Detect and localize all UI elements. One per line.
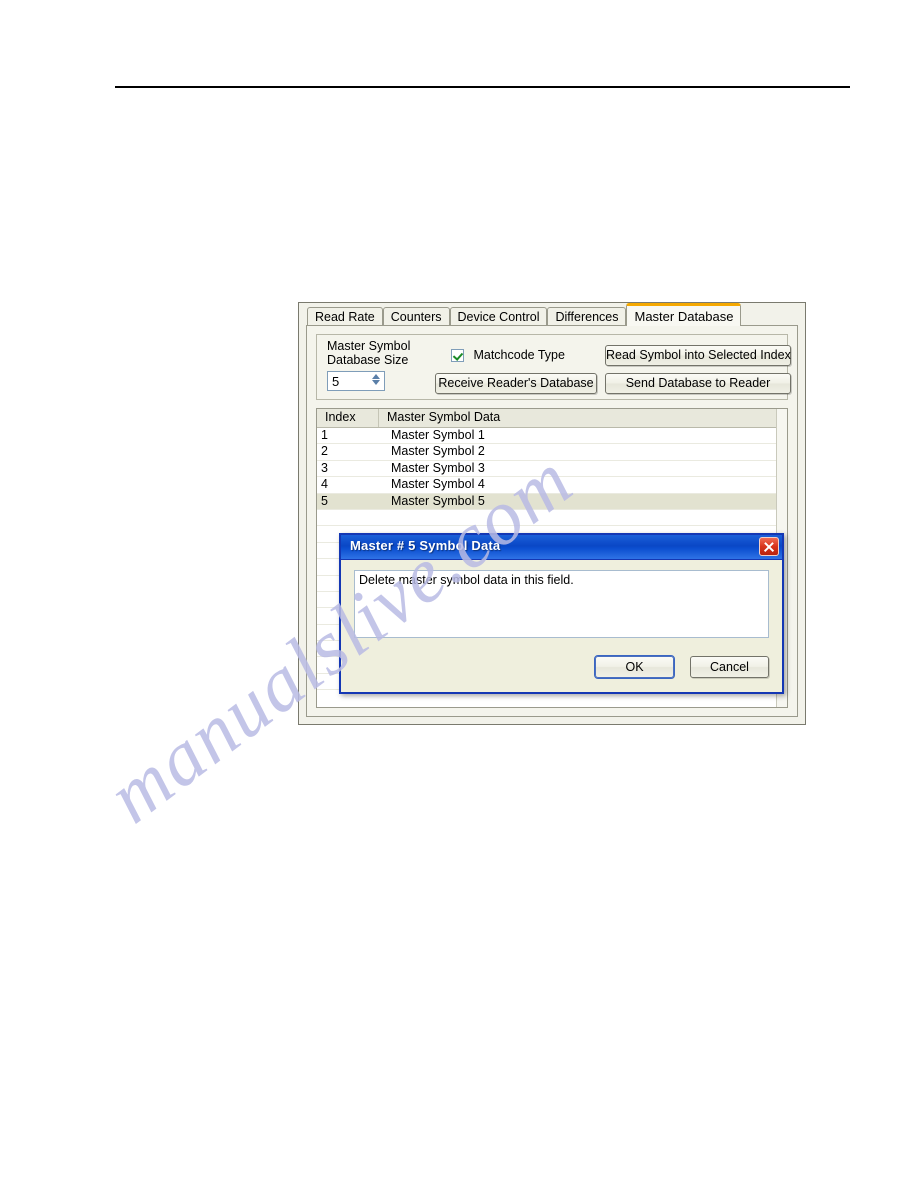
- database-size-stepper[interactable]: 5: [327, 371, 385, 391]
- table-row[interactable]: 1 Master Symbol 1: [317, 428, 776, 445]
- stepper-arrows[interactable]: [369, 373, 382, 389]
- tab-counters[interactable]: Counters: [382, 307, 450, 326]
- grid-column-header-master-symbol-data[interactable]: Master Symbol Data: [379, 409, 776, 427]
- cell-master-symbol-data: Master Symbol 3: [391, 460, 485, 475]
- table-row[interactable]: 4 Master Symbol 4: [317, 477, 776, 494]
- database-size-label-line2: Database Size: [327, 353, 409, 367]
- read-symbol-into-selected-index-button[interactable]: Read Symbol into Selected Index: [605, 345, 791, 366]
- tab-read-rate[interactable]: Read Rate: [307, 307, 383, 326]
- tab-differences[interactable]: Differences: [547, 307, 627, 326]
- send-database-to-reader-button[interactable]: Send Database to Reader: [605, 373, 791, 394]
- chevron-down-icon[interactable]: [371, 380, 380, 385]
- dialog-titlebar: Master # 5 Symbol Data: [341, 535, 782, 560]
- tab-device-control[interactable]: Device Control: [449, 307, 548, 326]
- matchcode-type-label: Matchcode Type: [473, 348, 565, 362]
- symbol-data-dialog: Master # 5 Symbol Data Delete master sym…: [339, 533, 784, 694]
- table-row[interactable]: 2 Master Symbol 2: [317, 444, 776, 461]
- table-row[interactable]: [317, 509, 776, 527]
- database-size-label-line1: Master Symbol: [327, 339, 411, 353]
- tab-master-database[interactable]: Master Database: [626, 303, 742, 326]
- table-row[interactable]: 3 Master Symbol 3: [317, 460, 776, 478]
- ok-button[interactable]: OK: [594, 655, 675, 679]
- cell-index: 2: [321, 444, 328, 459]
- page-header-rule: [115, 86, 850, 88]
- grid-header-row: Index Master Symbol Data: [317, 409, 776, 428]
- table-row[interactable]: 5 Master Symbol 5: [317, 493, 776, 510]
- cell-master-symbol-data: Master Symbol 4: [391, 477, 485, 492]
- dialog-title: Master # 5 Symbol Data: [350, 538, 501, 553]
- chevron-up-icon[interactable]: [371, 374, 380, 379]
- symbol-data-input[interactable]: Delete master symbol data in this field.: [354, 570, 769, 638]
- cell-index: [317, 510, 379, 525]
- grid-column-header-index[interactable]: Index: [317, 409, 379, 427]
- dialog-body: Delete master symbol data in this field.…: [341, 560, 782, 692]
- cell-index: 4: [321, 477, 328, 492]
- cell-index: 3: [321, 460, 328, 475]
- cell-master-symbol-data: Master Symbol 1: [391, 428, 485, 442]
- close-icon[interactable]: [759, 537, 779, 556]
- cell-master-symbol-data: Master Symbol 2: [391, 444, 485, 459]
- matchcode-type-checkbox-row[interactable]: Matchcode Type: [451, 347, 565, 363]
- check-icon[interactable]: [451, 349, 464, 362]
- cell-index: 1: [321, 428, 328, 442]
- master-symbol-options-group: Master Symbol Database Size 5 Matchcode …: [316, 334, 791, 400]
- cell-master-symbol-data: [379, 510, 776, 525]
- symbol-data-input-value: Delete master symbol data in this field.: [359, 573, 574, 587]
- database-size-value: 5: [332, 374, 340, 389]
- cell-index: 5: [321, 493, 328, 508]
- receive-readers-database-button[interactable]: Receive Reader's Database: [435, 373, 597, 394]
- database-size-label: Master Symbol Database Size: [327, 339, 410, 367]
- tab-strip: Read Rate Counters Device Control Differenc…: [299, 303, 805, 349]
- cancel-button[interactable]: Cancel: [690, 656, 769, 678]
- cell-master-symbol-data: Master Symbol 5: [391, 493, 485, 508]
